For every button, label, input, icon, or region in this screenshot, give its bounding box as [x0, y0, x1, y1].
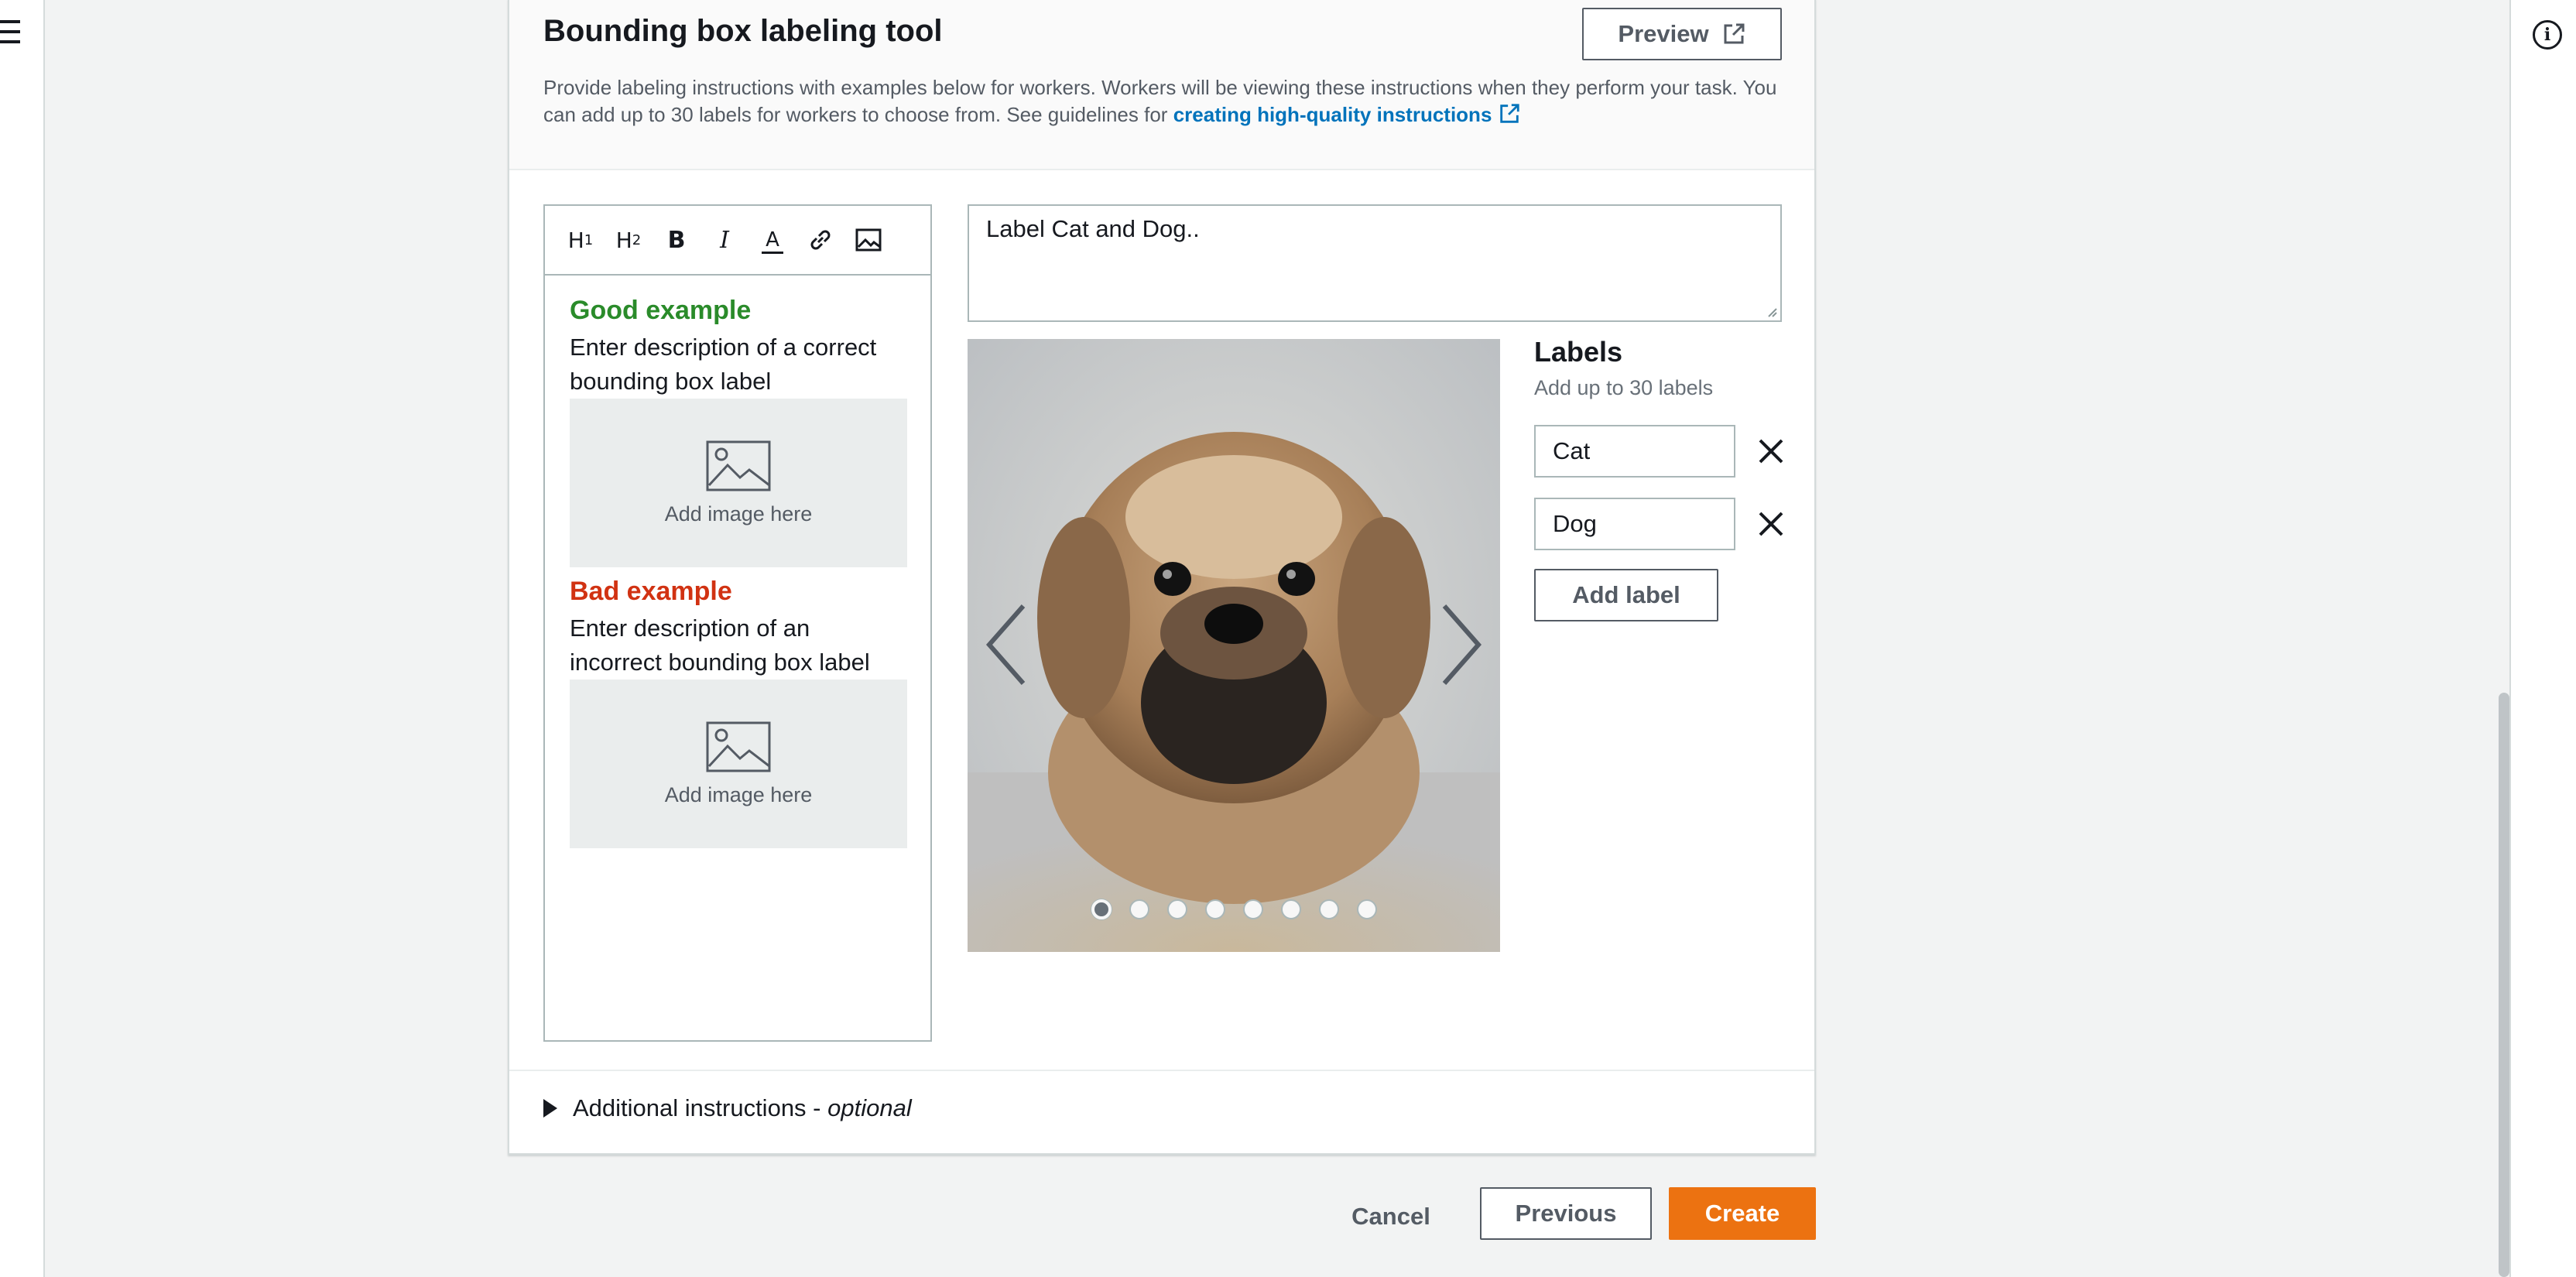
bold-icon[interactable]: B — [661, 224, 692, 255]
text-color-icon[interactable]: A — [757, 224, 788, 255]
good-example-description: Enter description of a correct bounding … — [570, 334, 877, 395]
link-icon[interactable] — [805, 224, 836, 255]
heading-1-icon[interactable]: H1 — [565, 224, 596, 255]
info-icon[interactable]: i — [2533, 20, 2562, 50]
carousel-dot[interactable] — [1357, 899, 1377, 919]
bad-example-image-placeholder[interactable]: Add image here — [570, 680, 907, 848]
page: i Bounding box labeling tool Preview Pro… — [0, 0, 2576, 1277]
instructions-editor: H1 H2 B I A Good example Enter descripti… — [543, 204, 932, 1042]
bad-example-description: Enter description of an incorrect boundi… — [570, 615, 870, 676]
good-example-heading: Good example — [570, 296, 752, 325]
label-input[interactable]: Dog — [1534, 498, 1735, 550]
additional-label-text: Additional instructions - — [573, 1094, 821, 1121]
create-button[interactable]: Create — [1669, 1187, 1816, 1240]
label-row: Dog — [1534, 498, 1790, 550]
task-instructions-value: Label Cat and Dog.. — [986, 215, 1200, 242]
cancel-button[interactable]: Cancel — [1339, 1192, 1443, 1241]
link-label: creating high-quality instructions — [1173, 103, 1492, 126]
carousel-indicators — [1091, 899, 1377, 919]
external-link-icon — [1500, 104, 1520, 123]
divider — [509, 1070, 1814, 1071]
scrollbar-thumb[interactable] — [2499, 693, 2509, 1277]
description-text: Provide labeling instructions with examp… — [543, 76, 1777, 126]
label-input[interactable]: Cat — [1534, 425, 1735, 478]
carousel-dot[interactable] — [1243, 899, 1263, 919]
menu-icon[interactable] — [0, 20, 22, 45]
labels-heading: Labels — [1534, 336, 1623, 368]
add-image-label: Add image here — [664, 782, 813, 806]
next-slide-icon[interactable] — [1438, 602, 1485, 687]
card-header: Bounding box labeling tool Preview Provi… — [509, 0, 1814, 170]
add-label-button[interactable]: Add label — [1534, 569, 1718, 621]
remove-label-icon[interactable] — [1756, 508, 1786, 539]
link-glyph — [810, 230, 831, 250]
bad-example-heading: Bad example — [570, 577, 732, 606]
label-row: Cat — [1534, 425, 1790, 478]
carousel-dot[interactable] — [1091, 899, 1112, 919]
image-placeholder-icon — [706, 440, 771, 491]
high-quality-instructions-link[interactable]: creating high-quality instructions — [1173, 103, 1522, 126]
carousel-dot[interactable] — [1129, 899, 1149, 919]
resize-handle-icon[interactable] — [1765, 305, 1777, 317]
h1-glyph: H — [567, 227, 584, 253]
remove-label-icon[interactable] — [1756, 436, 1786, 467]
italic-icon[interactable]: I — [709, 224, 740, 255]
h2-subscript: 2 — [632, 231, 642, 248]
task-instructions-textarea[interactable]: Label Cat and Dog.. — [968, 204, 1782, 322]
preview-button[interactable]: Preview — [1582, 8, 1782, 60]
h1-subscript: 1 — [584, 231, 594, 248]
preview-button-label: Preview — [1618, 20, 1709, 47]
image-icon[interactable] — [853, 224, 884, 255]
image-glyph — [855, 228, 882, 252]
caret-right-icon — [543, 1099, 557, 1118]
carousel-dot[interactable] — [1319, 899, 1339, 919]
editor-body[interactable]: Good example Enter description of a corr… — [545, 276, 930, 878]
previous-slide-icon[interactable] — [983, 602, 1029, 687]
optional-label: optional — [827, 1094, 912, 1121]
labels-hint: Add up to 30 labels — [1534, 376, 1714, 399]
add-image-label: Add image here — [664, 502, 813, 526]
previous-button[interactable]: Previous — [1480, 1187, 1652, 1240]
carousel-dot[interactable] — [1205, 899, 1225, 919]
card-description: Provide labeling instructions with examp… — [543, 74, 1782, 128]
right-tools-rail: i — [2509, 0, 2576, 1277]
labeling-tool-card: Bounding box labeling tool Preview Provi… — [508, 0, 1816, 1155]
labels-panel: Labels Add up to 30 labels Cat Dog Add l… — [1534, 336, 1790, 621]
dog-photo — [968, 339, 1500, 952]
editor-toolbar: H1 H2 B I A — [545, 206, 930, 276]
good-example-image-placeholder[interactable]: Add image here — [570, 399, 907, 567]
card-title: Bounding box labeling tool — [543, 14, 943, 48]
additional-instructions-label: Additional instructions - optional — [573, 1094, 912, 1122]
additional-instructions-toggle[interactable]: Additional instructions - optional — [543, 1094, 912, 1122]
external-link-icon — [1724, 23, 1745, 44]
left-navigation-rail — [0, 0, 45, 1277]
sample-image-carousel — [968, 339, 1500, 952]
heading-2-icon[interactable]: H2 — [613, 224, 644, 255]
carousel-dot[interactable] — [1167, 899, 1187, 919]
carousel-dot[interactable] — [1281, 899, 1301, 919]
h2-glyph: H — [615, 227, 632, 253]
image-placeholder-icon — [706, 721, 771, 772]
